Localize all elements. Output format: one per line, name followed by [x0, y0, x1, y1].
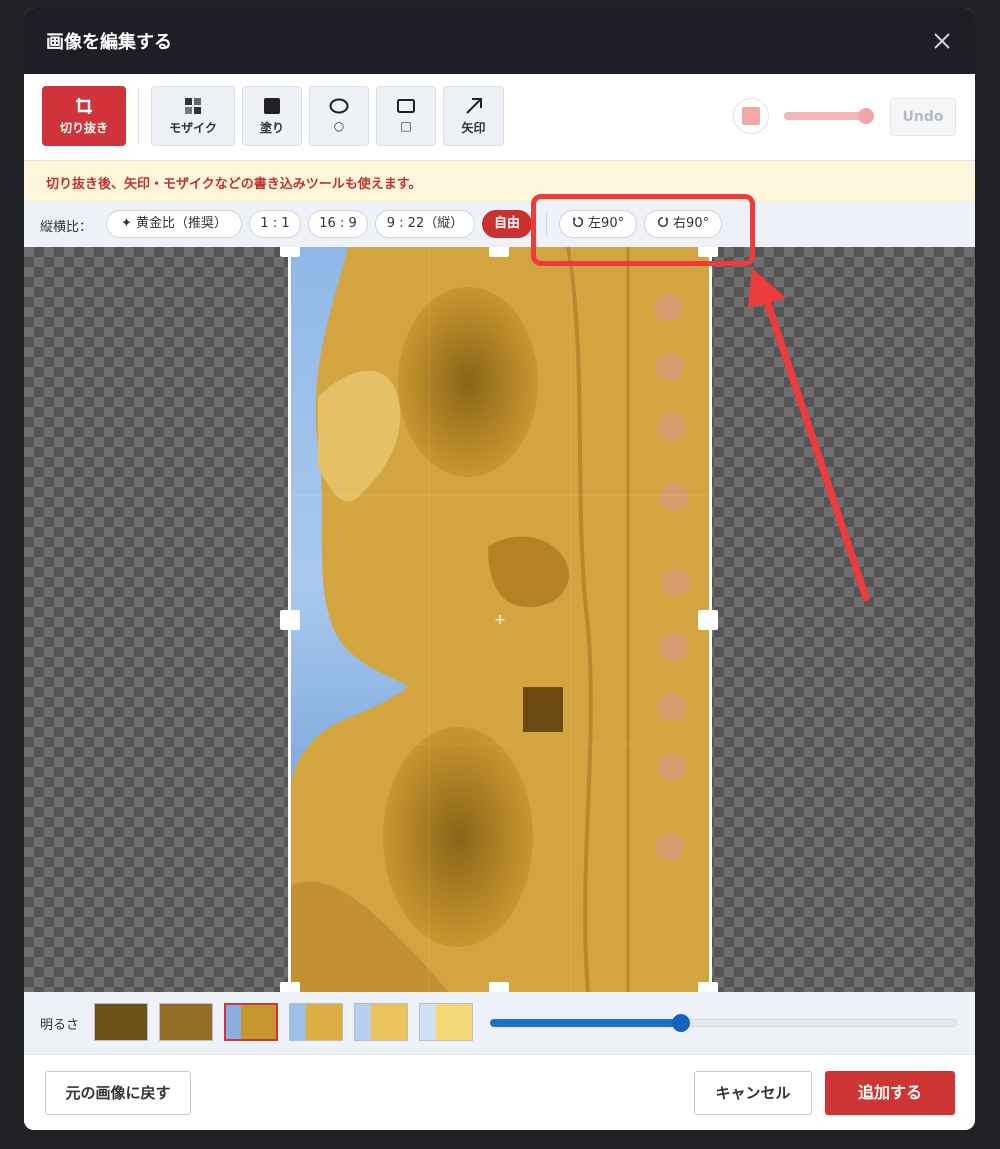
add-button[interactable]: 追加する: [825, 1071, 955, 1115]
brightness-bar: 明るさ: [24, 992, 975, 1054]
rectangle-tool-button[interactable]: □: [376, 86, 436, 146]
crop-tool-label: 切り抜き: [59, 121, 108, 135]
crop-handle-bottom[interactable]: [489, 982, 509, 992]
crop-icon: [76, 98, 92, 114]
brightness-label: 明るさ: [40, 1018, 80, 1033]
ratio-divider: [546, 212, 547, 236]
image-edit-dialog: 画像を編集する 切り抜き モザイク 塗り ○ □ 矢印 Undo 切り抜き後、矢…: [24, 8, 975, 1130]
rotate-right-button[interactable]: 右90°: [644, 210, 722, 238]
ratio-golden-button[interactable]: ✦ 黄金比（推奨）: [106, 210, 242, 238]
rectangle-tool-label: □: [400, 119, 412, 133]
rotate-right-label: 右90°: [673, 216, 710, 231]
mosaic-tool-button[interactable]: モザイク: [151, 86, 235, 146]
crop-handle-bottom-right[interactable]: [698, 982, 718, 992]
brightness-preset[interactable]: [419, 1003, 473, 1041]
undo-button[interactable]: Undo: [890, 98, 956, 136]
crop-handle-right[interactable]: [698, 610, 718, 630]
ratio-16-9-button[interactable]: 16 : 9: [308, 210, 368, 238]
fill-tool-button[interactable]: 塗り: [242, 86, 302, 146]
ratio-free-button[interactable]: 自由: [482, 210, 532, 238]
reset-image-button[interactable]: 元の画像に戻す: [45, 1071, 191, 1115]
info-banner-text: 切り抜き後、矢印・モザイクなどの書き込みツールも使えます。: [46, 177, 422, 192]
crop-handle-top-right[interactable]: [698, 247, 718, 257]
ellipse-tool-button[interactable]: ○: [309, 86, 369, 146]
color-swatch: [742, 107, 760, 125]
brightness-preset[interactable]: [94, 1003, 148, 1041]
close-button[interactable]: [927, 26, 957, 56]
rotate-left-button[interactable]: 左90°: [559, 210, 637, 238]
fill-tool-label: 塗り: [259, 121, 284, 135]
rotate-left-label: 左90°: [588, 216, 625, 231]
brightness-slider-thumb[interactable]: [672, 1014, 691, 1032]
ellipse-tool-label: ○: [333, 119, 345, 133]
brightness-preset[interactable]: [289, 1003, 343, 1041]
mosaic-icon: [185, 98, 201, 114]
crop-handle-top-left[interactable]: [280, 247, 300, 257]
arrow-tool-button[interactable]: 矢印: [443, 86, 504, 146]
arrow-icon: [465, 98, 482, 114]
image-canvas[interactable]: +: [24, 247, 975, 992]
brightness-preset[interactable]: [354, 1003, 408, 1041]
color-picker[interactable]: [733, 98, 769, 134]
crop-handle-left[interactable]: [280, 610, 300, 630]
crop-frame[interactable]: [288, 247, 712, 992]
brightness-slider-fill: [490, 1019, 682, 1027]
arrow-tool-label: 矢印: [461, 121, 486, 135]
ratio-1-1-button[interactable]: 1 : 1: [249, 210, 301, 238]
ellipse-icon: [329, 98, 349, 114]
ratio-9-22-button[interactable]: 9 : 22（縦）: [375, 210, 475, 238]
tool-bar: 切り抜き モザイク 塗り ○ □ 矢印 Undo: [24, 74, 975, 160]
toolbar-divider: [138, 88, 139, 144]
dialog-title: 画像を編集する: [46, 32, 172, 53]
rotate-right-icon: [657, 216, 669, 227]
info-banner: 切り抜き後、矢印・モザイクなどの書き込みツールも使えます。: [24, 160, 975, 202]
rotate-left-icon: [572, 216, 583, 227]
brightness-preset[interactable]: [159, 1003, 213, 1041]
crop-handle-top[interactable]: [489, 247, 509, 257]
crop-tool-button[interactable]: 切り抜き: [42, 86, 126, 146]
fill-icon: [264, 98, 280, 114]
dialog-footer: 元の画像に戻す キャンセル 追加する: [24, 1054, 975, 1130]
stroke-size-thumb[interactable]: [858, 108, 874, 124]
aspect-ratio-bar: 縦横比： ✦ 黄金比（推奨） 1 : 1 16 : 9 9 : 22（縦） 自由…: [24, 202, 975, 247]
aspect-ratio-label: 縦横比：: [40, 220, 93, 235]
cancel-button[interactable]: キャンセル: [694, 1071, 812, 1115]
mosaic-tool-label: モザイク: [169, 121, 217, 135]
brightness-preset-selected[interactable]: [224, 1003, 278, 1041]
close-icon: [934, 33, 950, 49]
rectangle-icon: [397, 99, 415, 113]
crop-handle-bottom-left[interactable]: [280, 982, 300, 992]
dialog-header: 画像を編集する: [24, 8, 975, 74]
